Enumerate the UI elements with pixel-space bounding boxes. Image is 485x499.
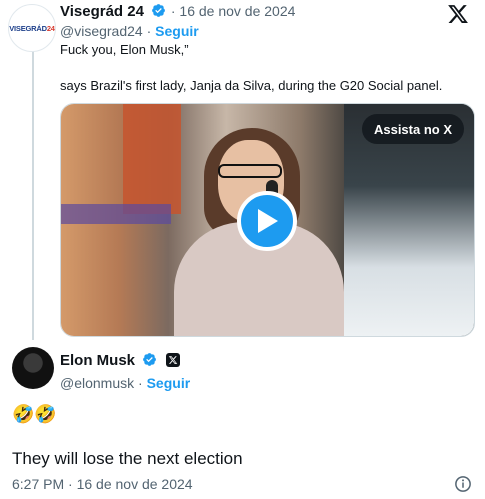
play-button[interactable] [237, 191, 297, 251]
info-icon[interactable] [454, 475, 472, 493]
background-banner [61, 204, 171, 224]
tweet-body: Fuck you, Elon Musk,” says Brazil's firs… [60, 41, 471, 95]
reply-handle-row: @elonmusk · Seguir [60, 375, 190, 391]
handle-row: @visegrad24 · Seguir [60, 23, 199, 39]
follow-button[interactable]: Seguir [155, 23, 199, 39]
watch-on-x-button[interactable]: Assista no X [361, 114, 464, 144]
reply-author-name[interactable]: Elon Musk [60, 352, 135, 369]
reply-timestamp[interactable]: 6:27 PM · 16 de nov de 2024 [12, 476, 193, 492]
tweet-header: Visegrád 24 · 16 de nov de 2024 [60, 3, 485, 23]
x-badge-icon [165, 353, 180, 367]
reply-emoji: 🤣🤣 [12, 404, 57, 424]
x-logo-icon[interactable] [447, 3, 469, 25]
reply-header: Elon Musk [60, 352, 180, 372]
reply-author-handle[interactable]: @elonmusk [60, 375, 134, 391]
tweet-text-line2: says Brazil's first lady, Janja da Silva… [60, 78, 443, 93]
verified-icon [143, 353, 157, 366]
play-icon [258, 209, 278, 233]
thread-connector-line [32, 50, 34, 340]
reply-follow-button[interactable]: Seguir [147, 375, 191, 391]
speaker-glasses [218, 164, 282, 178]
tweet-date[interactable]: · 16 de nov de 2024 [171, 3, 296, 19]
avatar-elon-musk[interactable] [12, 347, 54, 389]
author-handle[interactable]: @visegrad24 [60, 23, 143, 39]
video-media[interactable]: Assista no X [60, 103, 475, 337]
separator-dot: · [138, 375, 147, 391]
avatar-visegrad[interactable]: VISEGRÁD24 [8, 4, 56, 52]
author-name[interactable]: Visegrád 24 [60, 3, 144, 20]
reply-text: They will lose the next election [12, 449, 243, 468]
separator-dot: · [146, 23, 156, 39]
verified-icon [152, 4, 166, 17]
avatar-logo-text: VISEGRÁD24 [9, 23, 55, 33]
tweet-text-line1: Fuck you, Elon Musk,” [60, 42, 189, 57]
